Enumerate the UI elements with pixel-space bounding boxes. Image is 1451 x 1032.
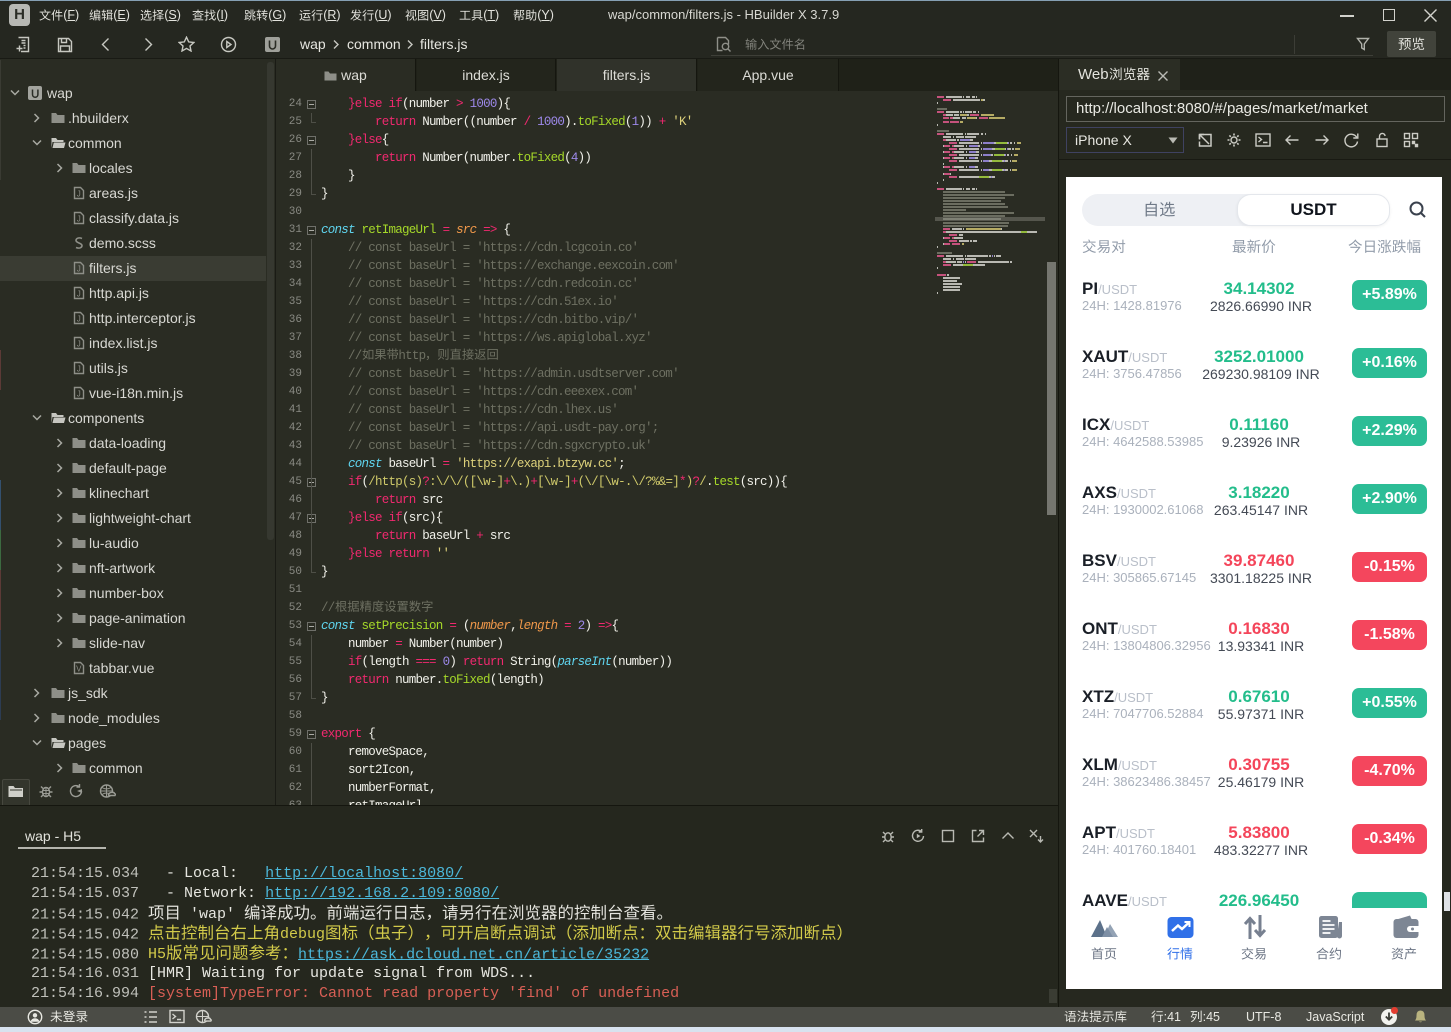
svg-text:J: J	[77, 365, 81, 374]
svg-text:J: J	[77, 315, 81, 324]
svg-text:J: J	[77, 215, 81, 224]
svg-text:J: J	[77, 340, 81, 349]
svg-text:J: J	[77, 265, 81, 274]
svg-text:J: J	[77, 190, 81, 199]
svg-text:V: V	[76, 665, 82, 674]
svg-text:J: J	[77, 390, 81, 399]
svg-text:J: J	[77, 290, 81, 299]
